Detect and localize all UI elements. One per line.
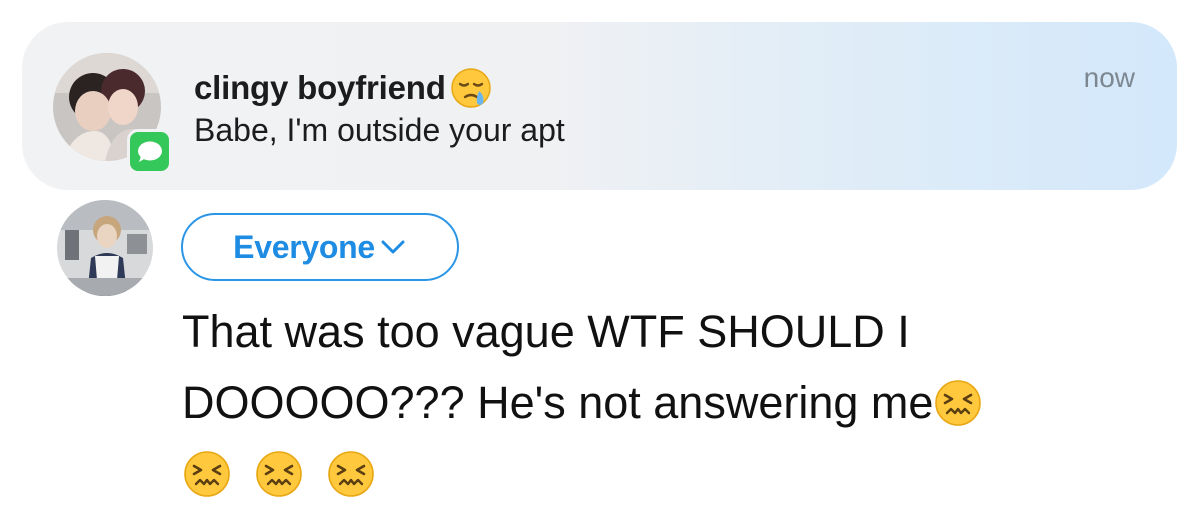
notification-message: Babe, I'm outside your apt xyxy=(194,112,565,148)
emoji-row xyxy=(182,438,1172,509)
post-text-line-1: That was too vague WTF SHOULD I xyxy=(182,306,910,357)
confounded-face-emoji xyxy=(256,450,302,497)
message-notification-banner[interactable]: clingy boyfriend Babe, I'm outside your … xyxy=(22,22,1177,190)
drooling-sleepy-face-emoji xyxy=(450,68,491,108)
confounded-face-emoji xyxy=(184,450,230,497)
audience-label: Everyone xyxy=(233,228,375,265)
audience-selector-button[interactable]: Everyone xyxy=(181,213,459,281)
notification-time: now xyxy=(1083,62,1135,93)
sender-name: clingy boyfriend xyxy=(194,69,446,106)
messages-app-icon xyxy=(127,129,172,174)
chevron-down-icon xyxy=(381,240,405,254)
confounded-face-emoji xyxy=(328,450,374,497)
user-avatar[interactable] xyxy=(57,200,153,296)
sender-line: clingy boyfriend xyxy=(194,65,493,111)
confounded-face-emoji xyxy=(935,379,982,426)
post-text-line: That was too vague WTF SHOULD I xyxy=(182,296,1172,367)
screenshot-canvas: clingy boyfriend Babe, I'm outside your … xyxy=(0,0,1200,519)
post-text-line: DOOOOO??? He's not answering me xyxy=(182,367,1172,438)
post-text-line-2: DOOOOO??? He's not answering me xyxy=(182,377,934,428)
post-text-field[interactable]: That was too vague WTF SHOULD I DOOOOO??… xyxy=(182,296,1172,509)
